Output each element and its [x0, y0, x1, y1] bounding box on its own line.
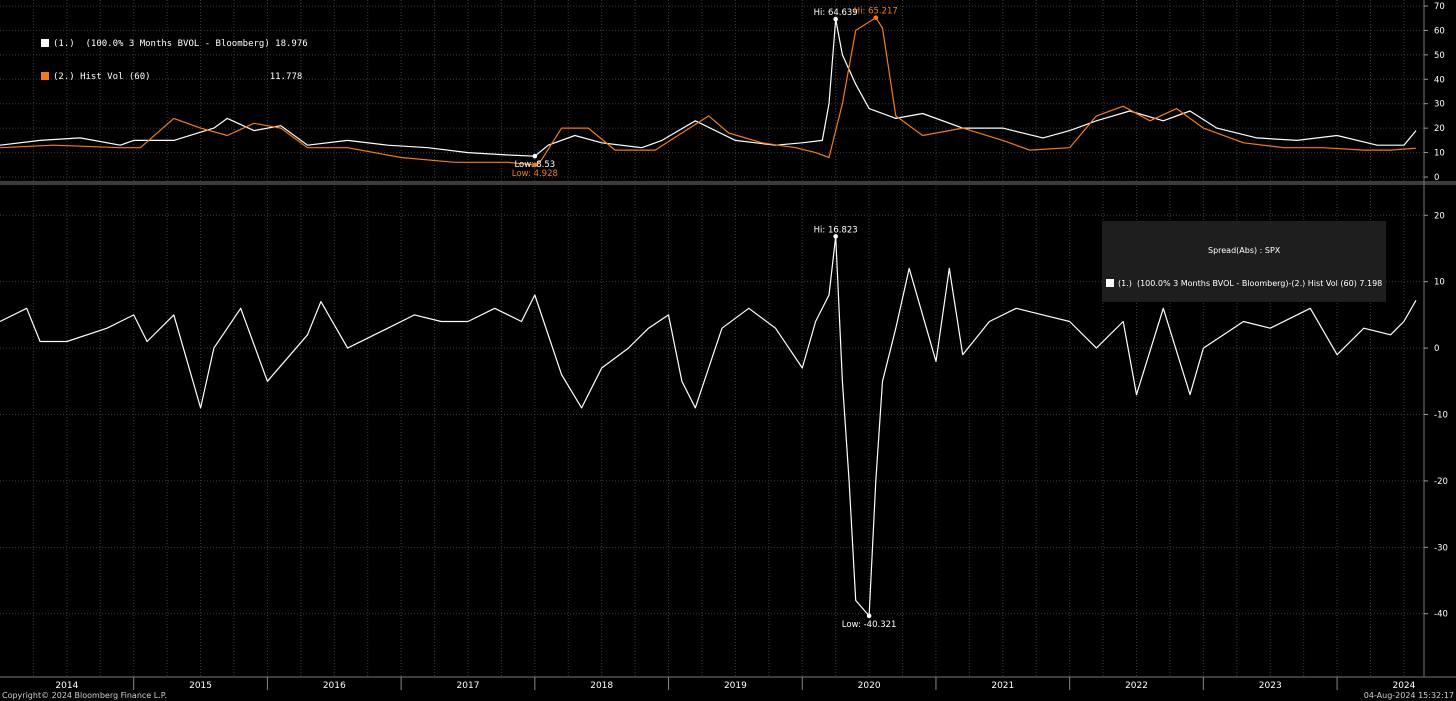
annotation-marker: [532, 153, 538, 159]
x-tick-label: 2020: [858, 681, 881, 691]
legend-bottom-item: (1.) (100.0% 3 Months BVOL - Bloomberg)-…: [1106, 278, 1382, 289]
legend-bottom-label: (1.) (100.0% 3 Months BVOL - Bloomberg)-…: [1118, 279, 1383, 288]
legend-item-s1: (1.) (100.0% 3 Months BVOL - Bloomberg) …: [41, 39, 308, 50]
y-tick-label: 30: [1434, 100, 1445, 110]
legend-bottom: Spread(Abs) : SPX (1.) (100.0% 3 Months …: [1102, 221, 1387, 302]
x-tick-label: 2022: [1125, 681, 1148, 691]
y-tick-label: 60: [1434, 26, 1445, 36]
y-tick-label: 10: [1434, 149, 1445, 159]
y-tick-label: -30: [1434, 543, 1448, 553]
panel-divider: [0, 181, 1456, 185]
y-tick-label: -10: [1434, 411, 1448, 421]
legend-top: (1.) (100.0% 3 Months BVOL - Bloomberg) …: [41, 17, 308, 94]
y-tick-label: 20: [1434, 211, 1445, 221]
legend-item-s2: (2.) Hist Vol (60) 11.778: [41, 72, 308, 83]
grid-layer: [0, 0, 1456, 690]
legend-s2-value: 11.778: [269, 72, 303, 82]
y-tick-label: -40: [1434, 610, 1448, 620]
legend-swatch-orange: [41, 72, 49, 80]
y-tick-label: -20: [1434, 477, 1448, 487]
legend-s2-label: (2.) Hist Vol (60): [53, 72, 151, 82]
annotation-label: Hi: 16.823: [814, 225, 858, 235]
annotation-label: Hi: 64.639: [814, 8, 858, 18]
legend-swatch-spread: [1106, 279, 1114, 287]
legend-swatch-white: [41, 39, 49, 47]
legend-s1-value: 18.976: [275, 39, 308, 49]
label-layer: 2014 2015 2016 2017 2018 2019 2020 2021 2022 2023…: [55, 2, 1447, 691]
x-tick-label: 2015: [189, 681, 212, 691]
x-tick-label: 2018: [590, 681, 613, 691]
timestamp-text: 04-Aug-2024 15:32:17: [1363, 691, 1454, 700]
annotation-label: Hi: 65.217: [854, 7, 898, 17]
chart-canvas: 2014 2015 2016 2017 2018 2019 2020 2021 2022 2023…: [0, 0, 1456, 691]
y-tick-label: 50: [1434, 51, 1445, 61]
y-tick-label: 40: [1434, 75, 1445, 85]
legend-s1-label: (1.) (100.0% 3 Months BVOL - Bloomberg): [53, 39, 270, 49]
annotation-label: Low: 4.928: [512, 169, 558, 179]
copyright-text: Copyright© 2024 Bloomberg Finance L.P.: [2, 691, 167, 700]
y-tick-label: 0: [1434, 173, 1439, 183]
legend-bottom-title: Spread(Abs) : SPX: [1207, 246, 1281, 255]
annotation-marker: [866, 613, 872, 619]
x-tick-label: 2016: [323, 681, 346, 691]
x-tick-label: 2021: [991, 681, 1014, 691]
x-tick-label: 2024: [1392, 681, 1415, 691]
x-tick-label: 2017: [457, 681, 480, 691]
y-tick-label: 10: [1434, 278, 1445, 288]
annotation-label: Low: -40.321: [842, 620, 897, 630]
y-tick-label: 70: [1434, 2, 1445, 12]
x-tick-label: 2014: [55, 681, 78, 691]
x-tick-label: 2019: [724, 681, 747, 691]
y-tick-label: 20: [1434, 124, 1445, 134]
x-tick-label: 2023: [1259, 681, 1282, 691]
y-tick-label: 0: [1434, 344, 1439, 354]
